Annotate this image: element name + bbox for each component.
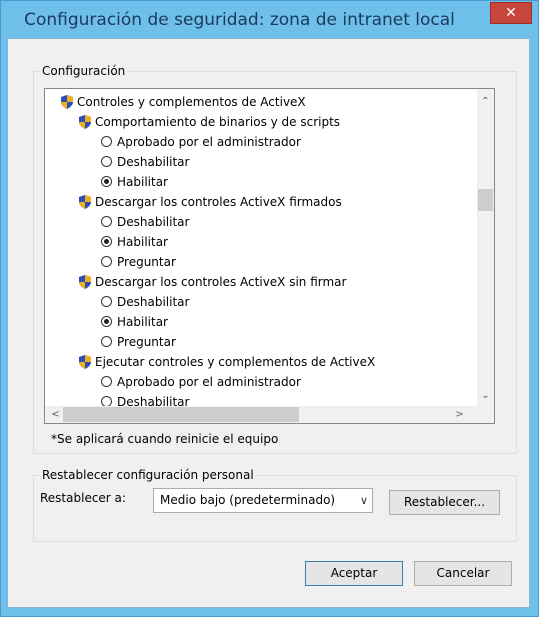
close-icon: ✕ bbox=[505, 5, 517, 21]
tree-item-label: Habilitar bbox=[117, 315, 168, 329]
radio-unselected-icon[interactable] bbox=[101, 376, 112, 387]
reset-level-dropdown[interactable]: Medio bajo (predeterminado) ∨ bbox=[153, 488, 373, 513]
shield-icon bbox=[79, 195, 91, 209]
scroll-right-arrow-icon[interactable]: > bbox=[451, 406, 468, 423]
radio-selected-icon[interactable] bbox=[101, 316, 112, 327]
reset-level-value: Medio bajo (predeterminado) bbox=[160, 493, 336, 507]
reset-button[interactable]: Restablecer... bbox=[389, 490, 500, 515]
tree-item-label: Preguntar bbox=[117, 255, 176, 269]
scroll-up-arrow-icon[interactable]: ⌃ bbox=[477, 93, 494, 110]
restart-note: *Se aplicará cuando reinicie el equipo bbox=[51, 432, 279, 446]
radio-unselected-icon[interactable] bbox=[101, 296, 112, 307]
tree-item-label: Descargar los controles ActiveX sin firm… bbox=[95, 275, 347, 289]
cancel-button[interactable]: Cancelar bbox=[414, 561, 512, 586]
horizontal-scroll-thumb[interactable] bbox=[63, 407, 299, 422]
ok-button[interactable]: Aceptar bbox=[305, 561, 403, 586]
vertical-scroll-thumb[interactable] bbox=[478, 189, 493, 211]
scroll-down-arrow-icon[interactable]: ⌄ bbox=[477, 387, 494, 404]
tree-item-label: Habilitar bbox=[117, 235, 168, 249]
horizontal-scrollbar[interactable]: < > bbox=[45, 406, 477, 423]
tree-item-label: Descargar los controles ActiveX firmados bbox=[95, 195, 342, 209]
reset-group-label: Restablecer configuración personal bbox=[40, 468, 256, 482]
radio-unselected-icon[interactable] bbox=[101, 216, 112, 227]
tree-item-label: Comportamiento de binarios y de scripts bbox=[95, 115, 341, 129]
chevron-down-icon: ∨ bbox=[359, 494, 368, 507]
tree-item-label: Deshabilitar bbox=[117, 295, 190, 309]
settings-group-label: Configuración bbox=[40, 64, 128, 78]
tree-item-label: Ejecutar controles y complementos de Act… bbox=[95, 355, 376, 369]
title-bar[interactable]: Configuración de seguridad: zona de intr… bbox=[1, 1, 538, 39]
scrollbar-corner bbox=[477, 406, 494, 423]
radio-unselected-icon[interactable] bbox=[101, 336, 112, 347]
window-title: Configuración de seguridad: zona de intr… bbox=[24, 10, 455, 30]
tree-item-label: Habilitar bbox=[117, 175, 168, 189]
radio-selected-icon[interactable] bbox=[101, 236, 112, 247]
scroll-left-arrow-icon[interactable]: < bbox=[47, 406, 64, 423]
shield-icon bbox=[79, 355, 91, 369]
radio-unselected-icon[interactable] bbox=[101, 256, 112, 267]
tree-item-label: Aprobado por el administrador bbox=[117, 375, 301, 389]
settings-tree[interactable]: Controles y complementos de ActiveX Compo… bbox=[44, 88, 495, 424]
tree-item-label: Controles y complementos de ActiveX bbox=[77, 95, 306, 109]
tree-item-label: Aprobado por el administrador bbox=[117, 135, 301, 149]
reset-to-label: Restablecer a: bbox=[40, 491, 126, 505]
close-button[interactable]: ✕ bbox=[490, 2, 532, 24]
radio-selected-icon[interactable] bbox=[101, 176, 112, 187]
tree-item-label: Deshabilitar bbox=[117, 215, 190, 229]
shield-icon bbox=[79, 275, 91, 289]
tree-item-label: Preguntar bbox=[117, 335, 176, 349]
vertical-scrollbar[interactable]: ⌃ ⌄ bbox=[477, 89, 494, 406]
shield-icon bbox=[79, 115, 91, 129]
shield-icon bbox=[61, 95, 73, 109]
radio-unselected-icon[interactable] bbox=[101, 136, 112, 147]
tree-item-label: Deshabilitar bbox=[117, 155, 190, 169]
radio-unselected-icon[interactable] bbox=[101, 156, 112, 167]
